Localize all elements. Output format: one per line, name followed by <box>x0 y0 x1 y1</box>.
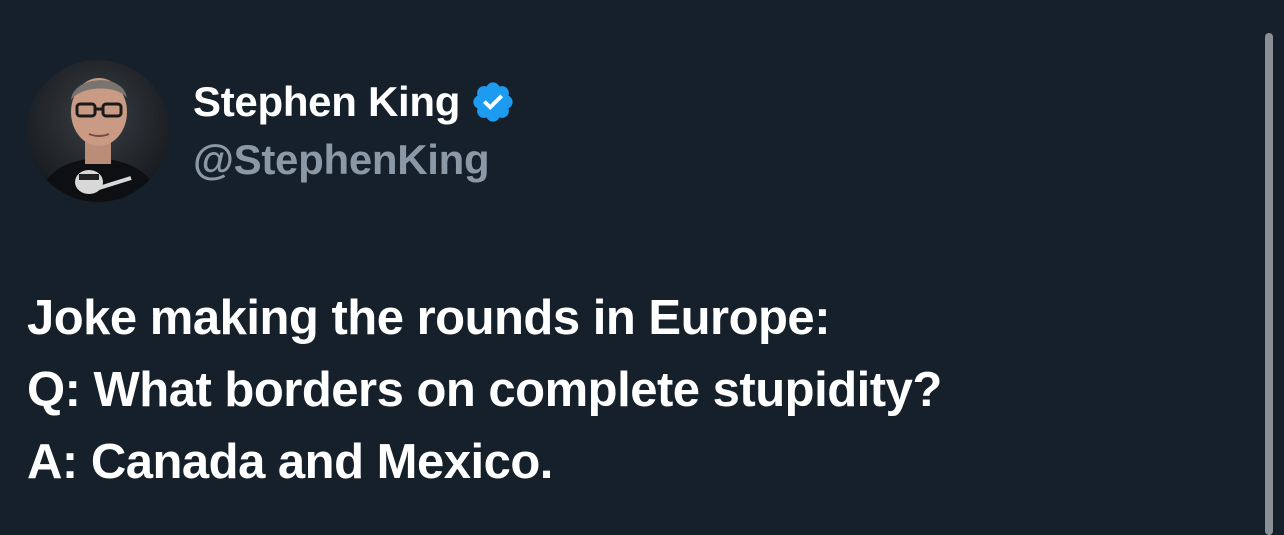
author-display-name[interactable]: Stephen King <box>193 78 460 126</box>
tweet-text: Joke making the rounds in Europe: Q: Wha… <box>27 282 1227 498</box>
tweet-text-line: Q: What borders on complete stupidity? <box>27 363 942 417</box>
tweet-text-line: A: Canada and Mexico. <box>27 435 553 489</box>
avatar-photo-icon <box>27 60 169 202</box>
verified-badge-icon[interactable] <box>470 79 516 125</box>
scrollbar[interactable] <box>1265 33 1273 535</box>
author-handle[interactable]: @StephenKing <box>193 136 490 184</box>
tweet-text-line: Joke making the rounds in Europe: <box>27 291 831 345</box>
tweet-card: Stephen King @StephenKing Joke making th… <box>0 0 1284 535</box>
avatar[interactable] <box>27 60 169 202</box>
author-name-row[interactable]: Stephen King <box>193 74 516 130</box>
